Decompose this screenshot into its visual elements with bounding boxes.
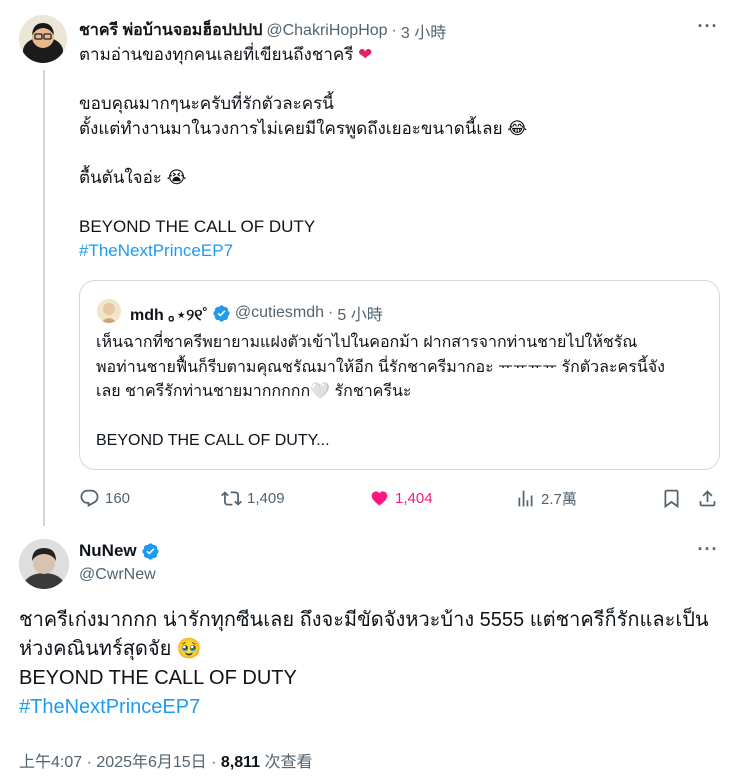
sob-emoji: 😭 <box>166 167 187 187</box>
more-icon[interactable]: ··· <box>693 17 723 38</box>
laugh-cry-emoji: 😂 <box>507 118 528 138</box>
like-count: 1,404 <box>395 489 433 507</box>
separator-dot: · <box>391 21 397 39</box>
text-line: BEYOND THE CALL OF DUTY <box>19 667 297 689</box>
text-line <box>79 68 719 93</box>
display-name[interactable]: mdh ｡⋆୨୧˚ <box>130 301 208 325</box>
text-line: ชาครีเก่งมากกก น่ารักทุกซีนเลย ถึงจะมีขั… <box>19 609 709 631</box>
text-line: ห่วงคณินทร์สุดจัย <box>19 638 172 660</box>
like-button[interactable]: 1,404 <box>369 484 433 512</box>
heart-emoji: ❤ <box>358 45 373 64</box>
share-button[interactable] <box>697 484 718 512</box>
avatar[interactable] <box>19 539 69 589</box>
text-line: BEYOND THE CALL OF DUTY... <box>96 432 330 449</box>
thread-line <box>43 70 45 536</box>
text-line: ตั้งแต่ทำงานมาในวงการไม่เคยมีใครพูดถึงเย… <box>79 118 503 138</box>
post-time[interactable]: 上午4:07 <box>19 754 82 771</box>
views-count: 2.7萬 <box>541 490 577 508</box>
text-line: ตื้นตันใจอ่ะ <box>79 167 162 187</box>
pleading-emoji: 🥹 <box>176 638 202 660</box>
avatar[interactable] <box>97 299 121 323</box>
white-heart-emoji: 🤍 <box>310 383 331 400</box>
more-icon[interactable]: ··· <box>693 540 723 561</box>
hashtag-link[interactable]: #TheNextPrinceEP7 <box>19 696 200 718</box>
tweet-text: ตามอ่านของทุกคนเลยที่เขียนถึงชาครี ❤ ขอบ… <box>79 43 719 264</box>
views-label: 次查看 <box>264 754 313 771</box>
text-line: เห็นฉากที่ชาครีพยายามแฝงตัวเข้าไปในคอกม้… <box>96 334 638 351</box>
user-handle[interactable]: @CwrNew <box>79 566 156 584</box>
post-date[interactable]: 2025年6月15日 <box>96 754 206 771</box>
repost-icon <box>221 490 242 506</box>
views-icon <box>518 490 533 506</box>
avatar[interactable] <box>19 15 67 63</box>
main-tweet[interactable]: NuNew @CwrNew ··· ชาครีเก่งมากกก น่ารักท… <box>0 526 751 784</box>
quoted-tweet[interactable]: mdh ｡⋆୨୧˚ @cutiesmdh · 5 小時 เห็นฉากที่ชา… <box>79 280 720 470</box>
tweet-meta: 上午4:07 · 2025年6月15日 · 8,811 次查看 <box>19 748 313 772</box>
text-line: ตามอ่านของทุกคนเลยที่เขียนถึงชาครี <box>79 45 354 64</box>
timestamp[interactable]: 3 小時 <box>401 19 446 43</box>
quote-text: เห็นฉากที่ชาครีพยายามแฝงตัวเข้าไปในคอกม้… <box>96 331 708 454</box>
verified-icon <box>142 542 159 560</box>
views-button[interactable]: 2.7萬 <box>515 484 577 512</box>
share-icon <box>699 489 716 506</box>
separator-dot: · <box>328 304 334 321</box>
reply-count: 160 <box>105 489 131 507</box>
text-line: พอท่านชายฟื้นก็รีบตามคุณชรัณมาให้อีก นี่… <box>96 358 665 376</box>
repost-count: 1,409 <box>247 489 285 507</box>
repost-button[interactable]: 1,409 <box>221 484 285 512</box>
parent-tweet[interactable]: ชาครี พ่อบ้านจอมฮ็อปปปป @ChakriHopHop · … <box>0 0 740 536</box>
separator-dot: · <box>86 754 97 771</box>
tweet-text: ชาครีเก่งมากกก น่ารักทุกซีนเลย ถึงจะมีขั… <box>19 606 731 722</box>
bookmark-icon <box>664 489 679 508</box>
display-name[interactable]: ชาครี พ่อบ้านจอมฮ็อปปปป <box>79 18 262 43</box>
text-line: BEYOND THE CALL OF DUTY <box>79 216 316 236</box>
timestamp[interactable]: 5 小時 <box>337 301 382 325</box>
hashtag-link[interactable]: #TheNextPrinceEP7 <box>79 241 233 260</box>
reply-icon <box>80 489 99 507</box>
text-line <box>79 141 719 166</box>
user-handle[interactable]: @cutiesmdh <box>235 304 324 322</box>
display-name[interactable]: NuNew <box>79 541 137 561</box>
text-line: รักชาครีนะ <box>334 383 412 400</box>
text-line: เลย ชาครีรักท่านชายมากกกกก <box>96 383 311 400</box>
separator-dot: · <box>211 754 221 771</box>
reply-button[interactable]: 160 <box>79 484 130 512</box>
text-line <box>96 405 708 430</box>
user-handle[interactable]: @ChakriHopHop <box>266 22 387 40</box>
tweet-header: NuNew <box>79 541 160 561</box>
like-icon <box>371 490 388 506</box>
quote-header: mdh ｡⋆୨୧˚ @cutiesmdh · 5 小時 <box>130 301 383 325</box>
text-line <box>79 190 719 215</box>
action-bar: 160 1,409 1,404 2.7萬 <box>79 484 723 512</box>
tweet-header: ชาครี พ่อบ้านจอมฮ็อปปปป @ChakriHopHop · … <box>79 18 446 43</box>
verified-icon <box>213 304 230 322</box>
bookmark-button[interactable] <box>661 484 682 512</box>
text-line: ขอบคุณมากๆนะครับที่รักตัวละครนี้ <box>79 94 334 113</box>
view-count: 8,811 <box>220 754 261 771</box>
